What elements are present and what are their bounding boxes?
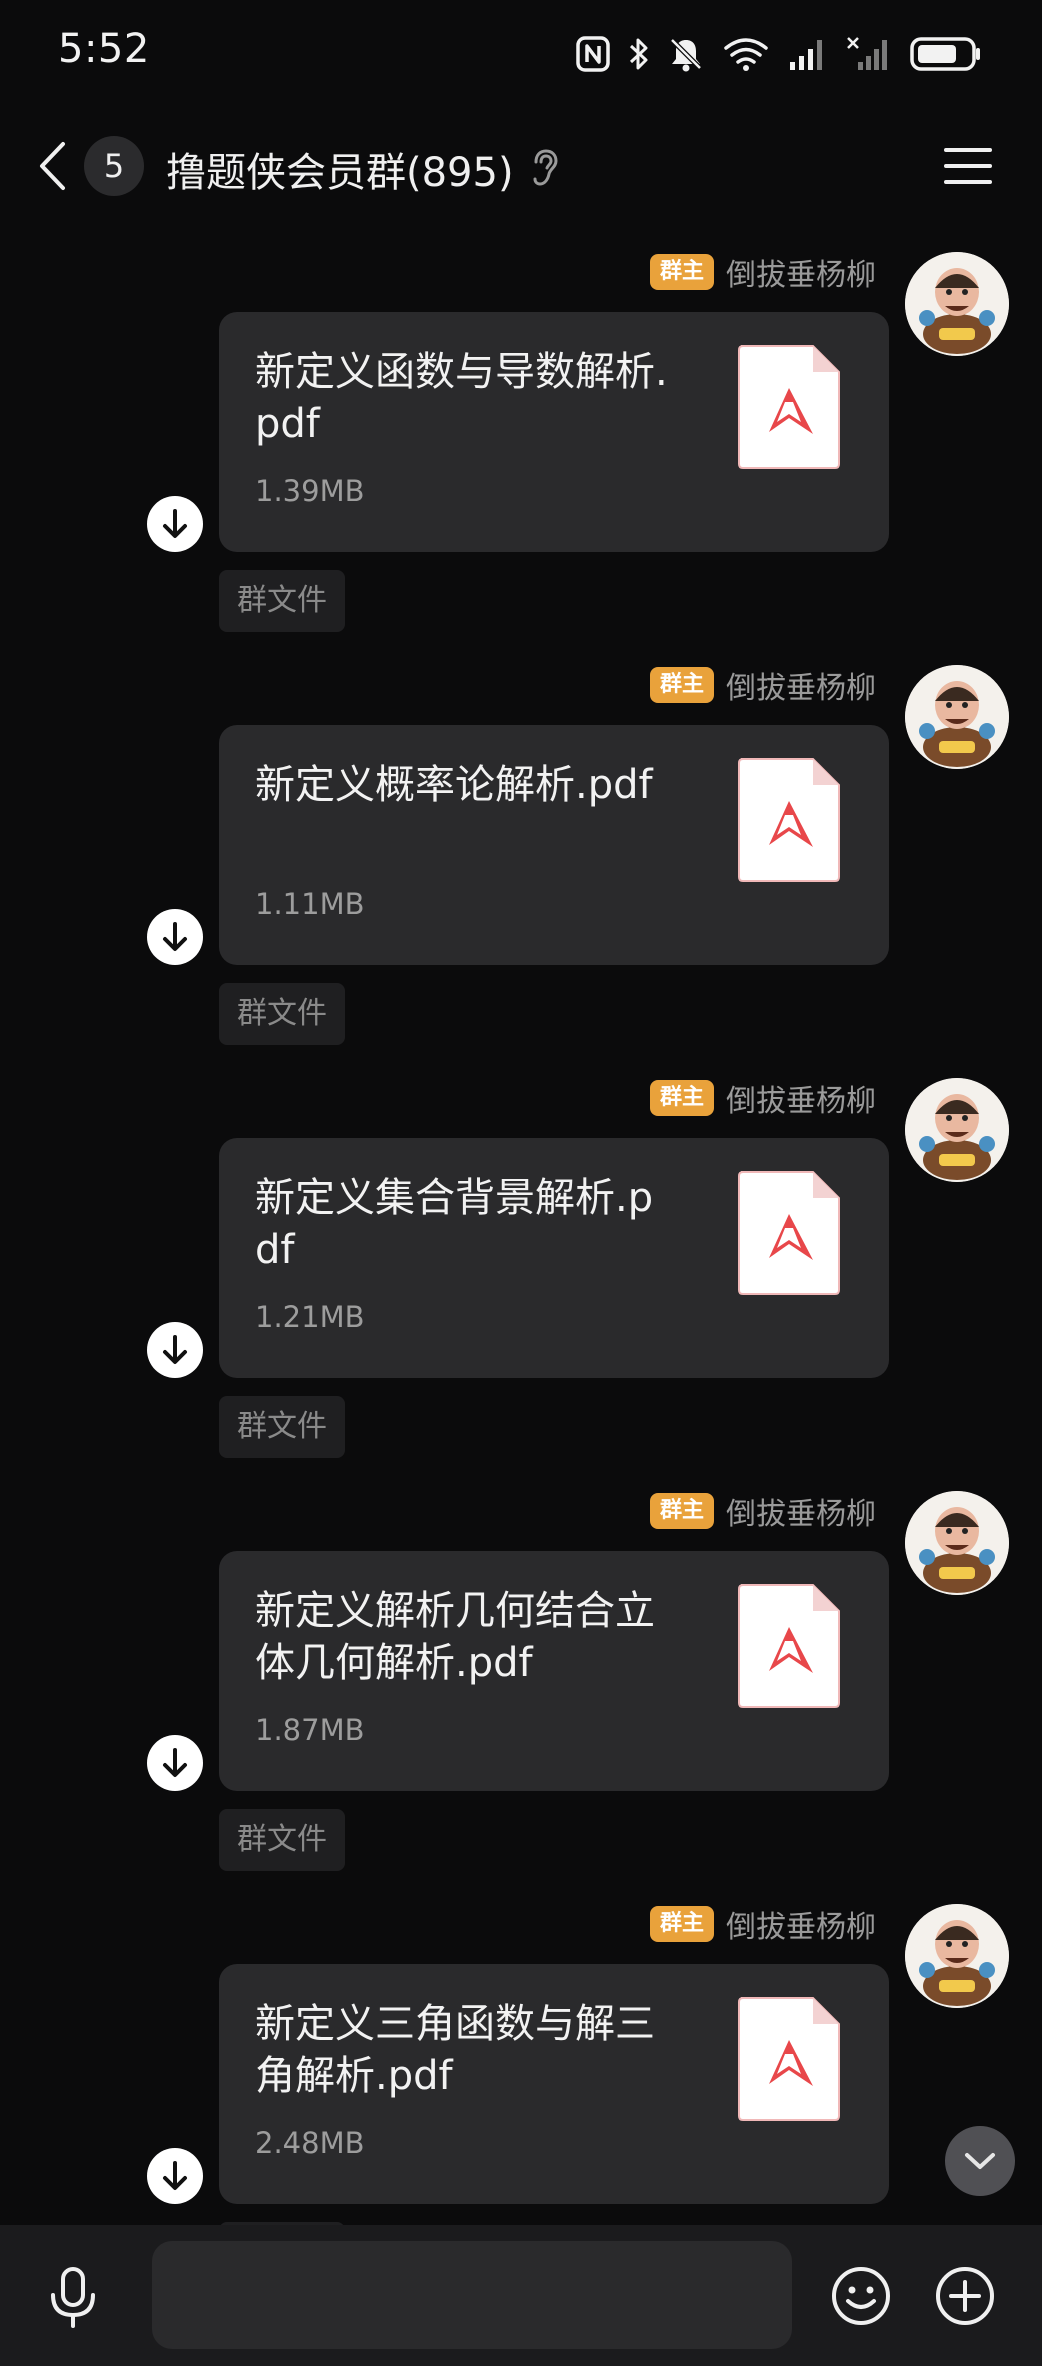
avatar[interactable]: [905, 665, 1009, 769]
download-arrow-icon: [163, 922, 187, 951]
microphone-icon[interactable]: [44, 2265, 102, 2329]
file-size: 2.48MB: [255, 2126, 365, 2160]
group-file-tag[interactable]: 群文件: [219, 1396, 345, 1458]
ear-icon[interactable]: [528, 148, 562, 188]
owner-badge: 群主: [649, 667, 714, 703]
download-button[interactable]: [147, 1735, 203, 1791]
download-arrow-icon: [163, 1748, 187, 1777]
file-card[interactable]: 新定义解析几何结合立体几何解析.pdf 1.87MB: [219, 1551, 889, 1791]
bluetooth-icon: [629, 38, 648, 70]
owner-badge: 群主: [649, 1493, 714, 1529]
file-message: 群主 倒拔垂杨柳 新定义集合背景解析.pdf 1.21MB 群文件: [0, 1066, 1042, 1479]
avatar-cartoon-icon: [905, 665, 1009, 769]
file-size: 1.39MB: [255, 474, 365, 508]
owner-badge: 群主: [649, 1080, 714, 1116]
signal-icon: [790, 40, 822, 70]
pdf-file-icon: [738, 1584, 840, 1708]
owner-badge: 群主: [649, 254, 714, 290]
file-card[interactable]: 新定义概率论解析.pdf 1.11MB: [219, 725, 889, 965]
chevron-down-icon: [965, 2153, 995, 2169]
avatar-cartoon-icon: [905, 1491, 1009, 1595]
pdf-file-icon: [738, 758, 840, 882]
battery-icon: [910, 37, 980, 71]
nfc-icon: [576, 36, 610, 72]
bell-muted-icon: [670, 38, 702, 72]
sender-name[interactable]: 倒拔垂杨柳: [726, 250, 876, 294]
sender-line: 群主 倒拔垂杨柳: [649, 1902, 876, 1946]
file-size: 1.87MB: [255, 1713, 365, 1747]
file-card[interactable]: 新定义集合背景解析.pdf 1.21MB: [219, 1138, 889, 1378]
file-card[interactable]: 新定义函数与导数解析.pdf 1.39MB: [219, 312, 889, 552]
file-size: 1.21MB: [255, 1300, 365, 1334]
unread-count-badge[interactable]: 5: [84, 136, 144, 196]
download-arrow-icon: [163, 509, 187, 538]
file-name: 新定义解析几何结合立体几何解析.pdf: [255, 1588, 655, 1686]
file-name: 新定义三角函数与解三角解析.pdf: [255, 2001, 655, 2099]
sender-line: 群主 倒拔垂杨柳: [649, 250, 876, 294]
pdf-file-icon: [738, 1171, 840, 1295]
download-button[interactable]: [147, 496, 203, 552]
file-name: 新定义集合背景解析.pdf: [255, 1175, 654, 1273]
input-bar: [0, 2225, 1042, 2366]
pdf-file-icon: [738, 345, 840, 469]
status-time: 5:52: [58, 26, 150, 72]
file-message: 群主 倒拔垂杨柳 新定义概率论解析.pdf 1.11MB 群文件: [0, 653, 1042, 1066]
file-message: 群主 倒拔垂杨柳 新定义函数与导数解析.pdf 1.39MB 群文件: [0, 240, 1042, 653]
file-message: 群主 倒拔垂杨柳 新定义三角函数与解三角解析.pdf 2.48MB: [0, 1892, 1042, 2225]
plus-circle-icon[interactable]: [934, 2265, 996, 2327]
sender-name[interactable]: 倒拔垂杨柳: [726, 1076, 876, 1120]
download-arrow-icon: [163, 1335, 187, 1364]
avatar-cartoon-icon: [905, 252, 1009, 356]
status-bar: 5:52: [0, 0, 1042, 100]
avatar-cartoon-icon: [905, 1078, 1009, 1182]
back-button[interactable]: [30, 138, 74, 194]
download-button[interactable]: [147, 2148, 203, 2204]
wifi-icon: [724, 38, 768, 71]
message-list[interactable]: 群主 倒拔垂杨柳 新定义函数与导数解析.pdf 1.39MB 群文件 群主 倒拔…: [0, 240, 1042, 2225]
message-input[interactable]: [152, 2241, 792, 2349]
file-size: 1.11MB: [255, 887, 365, 921]
signal-no-service-icon: [847, 37, 887, 70]
group-file-tag[interactable]: 群文件: [219, 570, 345, 632]
pdf-file-icon: [738, 1997, 840, 2121]
chat-header: 5 撸题侠会员群(895): [0, 120, 1042, 212]
sender-name[interactable]: 倒拔垂杨柳: [726, 1489, 876, 1533]
sender-name[interactable]: 倒拔垂杨柳: [726, 1902, 876, 1946]
sender-line: 群主 倒拔垂杨柳: [649, 1489, 876, 1533]
file-name: 新定义概率论解析.pdf: [255, 762, 653, 808]
sender-line: 群主 倒拔垂杨柳: [649, 663, 876, 707]
owner-badge: 群主: [649, 1906, 714, 1942]
avatar[interactable]: [905, 1078, 1009, 1182]
download-button[interactable]: [147, 1322, 203, 1378]
scroll-to-bottom-button[interactable]: [945, 2126, 1015, 2196]
sender-name[interactable]: 倒拔垂杨柳: [726, 663, 876, 707]
chevron-left-icon: [40, 142, 65, 190]
chat-title: 撸题侠会员群(895): [166, 150, 514, 196]
file-message: 群主 倒拔垂杨柳 新定义解析几何结合立体几何解析.pdf 1.87MB 群文件: [0, 1479, 1042, 1892]
download-button[interactable]: [147, 909, 203, 965]
file-name: 新定义函数与导数解析.pdf: [255, 349, 668, 447]
group-file-tag[interactable]: 群文件: [219, 983, 345, 1045]
smiley-icon[interactable]: [830, 2265, 892, 2327]
group-file-tag[interactable]: 群文件: [219, 1809, 345, 1871]
menu-icon[interactable]: [944, 144, 992, 188]
avatar-cartoon-icon: [905, 1904, 1009, 2008]
avatar[interactable]: [905, 252, 1009, 356]
status-icons: [576, 32, 982, 76]
avatar[interactable]: [905, 1491, 1009, 1595]
download-arrow-icon: [163, 2161, 187, 2190]
file-card[interactable]: 新定义三角函数与解三角解析.pdf 2.48MB: [219, 1964, 889, 2204]
avatar[interactable]: [905, 1904, 1009, 2008]
sender-line: 群主 倒拔垂杨柳: [649, 1076, 876, 1120]
